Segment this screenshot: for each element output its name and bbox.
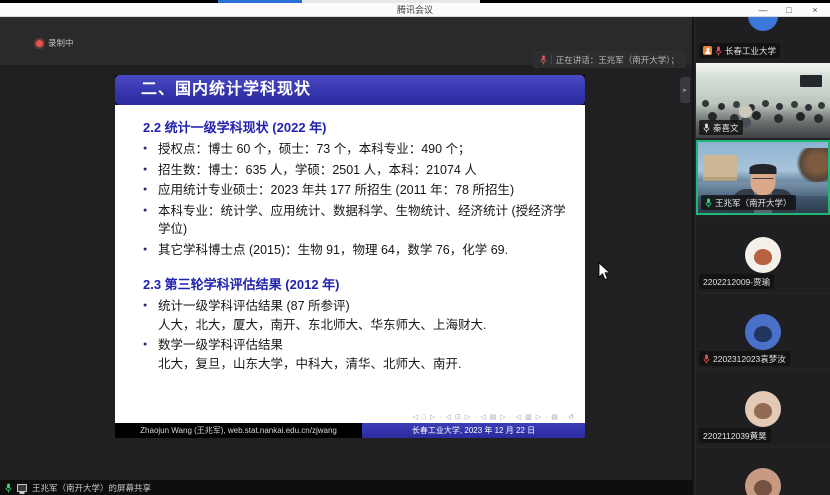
meeting-area: 录制中 正在讲话：王兆军（南开大学）； 二、国内统计学科现状 2.2 统计一级学… bbox=[0, 17, 830, 495]
slide-sections: 2.2 统计一级学科现状 (2022 年) 授权点：博士 60 个，硕士：73 个… bbox=[141, 117, 571, 373]
host-badge-icon bbox=[703, 46, 712, 55]
bullet-subline: 北大，复旦，山东大学，中科大，清华、北师大、南开. bbox=[158, 355, 571, 374]
participant-name-label: 秦喜文 bbox=[699, 120, 743, 135]
section-heading: 2.3 第三轮学科评估结果 (2012 年) bbox=[143, 274, 571, 293]
bullet-item: 统计一级学科评估结果 (87 所参评)人大，北大，厦大，南开、东北师大、华东师大… bbox=[141, 297, 571, 334]
slide-footer: Zhaojun Wang (王兆军), web.stat.nankai.edu.… bbox=[115, 423, 585, 438]
screen-share-icon bbox=[17, 484, 27, 492]
bullet-list: 授权点：博士 60 个，硕士：73 个，本科专业：490 个； 招生数：博士：63… bbox=[141, 140, 571, 259]
active-speaker-indicator: 正在讲话：王兆军（南开大学）； bbox=[533, 51, 686, 68]
recording-indicator[interactable]: 录制中 bbox=[36, 37, 74, 49]
participant-tile[interactable]: 秦喜文 bbox=[696, 63, 830, 138]
recording-label: 录制中 bbox=[48, 37, 74, 49]
participant-tile[interactable]: 2202112039黄昊 bbox=[696, 371, 830, 446]
bullet-list: 统计一级学科评估结果 (87 所参评)人大，北大，厦大，南开、东北师大、华东师大… bbox=[141, 297, 571, 373]
mic-icon bbox=[715, 46, 722, 56]
participant-tile[interactable]: 2202312023袁梦汝 bbox=[696, 294, 830, 369]
maximize-button[interactable]: □ bbox=[776, 3, 802, 17]
close-button[interactable]: × bbox=[802, 3, 828, 17]
screen-share-statusbar: 王兆军（南开大学）的屏幕共享 bbox=[0, 480, 692, 495]
mic-icon bbox=[705, 198, 712, 208]
record-dot-icon bbox=[36, 40, 43, 47]
slide-footer-author: Zhaojun Wang (王兆军), web.stat.nankai.edu.… bbox=[115, 423, 362, 438]
participant-tile[interactable]: 2202212009-贾瑜 bbox=[696, 217, 830, 292]
avatar bbox=[745, 237, 781, 273]
avatar bbox=[745, 314, 781, 350]
mic-icon bbox=[5, 483, 12, 493]
minimize-button[interactable]: — bbox=[750, 3, 776, 17]
participant-name-label: 王兆军（南开大学） bbox=[701, 195, 796, 210]
bullet-item: 授权点：博士 60 个，硕士：73 个，本科专业：490 个； bbox=[141, 140, 571, 159]
bullet-item: 招生数：博士：635 人，学硕：2501 人，本科：21074 人 bbox=[141, 161, 571, 180]
sidebar-collapse-handle[interactable]: ▸ bbox=[680, 77, 690, 103]
divider bbox=[551, 55, 552, 64]
slide-body: 2.2 统计一级学科现状 (2022 年) 授权点：博士 60 个，硕士：73 个… bbox=[115, 105, 585, 423]
participant-name-label: 2202112039黄昊 bbox=[699, 428, 771, 443]
screen-share-label: 王兆军（南开大学）的屏幕共享 bbox=[32, 482, 151, 494]
participant-avatar bbox=[696, 448, 830, 495]
window-controls: — □ × bbox=[750, 3, 828, 17]
bullet-item: 其它学科博士点 (2015)：生物 91，物理 64，数学 76，化学 69. bbox=[141, 241, 571, 260]
slide-footer-venue-date: 长春工业大学, 2023 年 12 月 22 日 bbox=[362, 423, 585, 438]
avatar bbox=[745, 391, 781, 427]
participant-name-label: 2202212009-贾瑜 bbox=[699, 274, 774, 289]
participant-name-label: 长春工业大学 bbox=[699, 43, 780, 58]
section-heading: 2.2 统计一级学科现状 (2022 年) bbox=[143, 117, 571, 136]
bullet-item: 应用统计专业硕士：2023 年共 177 所招生 (2011 年：78 所招生) bbox=[141, 181, 571, 200]
mic-icon bbox=[703, 354, 710, 364]
avatar bbox=[748, 17, 778, 31]
participants-sidebar: 长春工业大学秦喜文王兆军（南开大学） 2202212009-贾瑜 220231202… bbox=[692, 17, 830, 495]
bullet-item: 数学一级学科评估结果北大，复旦，山东大学，中科大，清华、北师大、南开. bbox=[141, 336, 571, 373]
active-speaker-label: 正在讲话：王兆军（南开大学）； bbox=[556, 54, 679, 66]
beamer-nav-icons: ◁ □ ▷ · ◁ ⊡ ▷ · ◁ ▤ ▷ · ◁ ▥ ▷ · ▤ · ↺ bbox=[412, 413, 575, 421]
bullet-item: 本科专业：统计学、应用统计、数据科学、生物统计、经济统计 (授经济学学位) bbox=[141, 202, 571, 239]
bullet-subline: 人大，北大，厦大，南开、东北师大、华东师大、上海财大. bbox=[158, 316, 571, 335]
window-title: 腾讯会议 bbox=[397, 3, 433, 16]
avatar bbox=[745, 468, 781, 495]
presentation-slide: 二、国内统计学科现状 2.2 统计一级学科现状 (2022 年) 授权点：博士 6… bbox=[115, 75, 585, 438]
slide-title: 二、国内统计学科现状 bbox=[115, 75, 585, 105]
mic-icon bbox=[703, 123, 710, 133]
participant-name-label: 2202312023袁梦汝 bbox=[699, 351, 790, 366]
participant-tile[interactable]: 王兆军（南开大学） bbox=[696, 140, 830, 215]
window-titlebar: 腾讯会议 — □ × bbox=[0, 3, 830, 17]
participant-tile[interactable]: 长春工业大学 bbox=[696, 17, 830, 61]
meeting-window: 腾讯会议 — □ × 录制中 正在讲话：王兆军（南开大学）； 二、国内统计学科现… bbox=[0, 0, 830, 495]
mouse-cursor-icon bbox=[598, 262, 611, 281]
mic-icon bbox=[540, 55, 547, 65]
participant-tile[interactable]: 2202212004覃馨月 bbox=[696, 448, 830, 495]
shared-screen-area: 录制中 正在讲话：王兆军（南开大学）； 二、国内统计学科现状 2.2 统计一级学… bbox=[0, 17, 692, 495]
